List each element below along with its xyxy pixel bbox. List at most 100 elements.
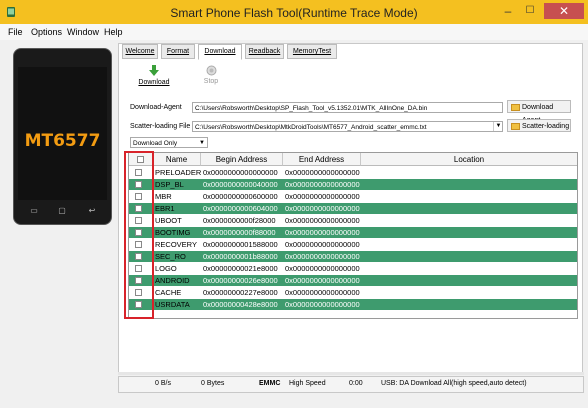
cell-end-address: 0x0000000000000000: [285, 204, 360, 213]
row-checkbox[interactable]: [135, 217, 142, 224]
cell-name: SEC_RO: [155, 252, 186, 261]
column-header-location[interactable]: Location: [361, 153, 577, 166]
cell-location: [363, 227, 573, 238]
tab-memorytest[interactable]: MemoryTest: [287, 44, 337, 59]
cell-end-address: 0x0000000000000000: [285, 216, 360, 225]
table-row[interactable]: BOOTIMG 0x0000000000f88000 0x0000000000000…: [129, 227, 577, 238]
table-row[interactable]: CACHE 0x00000000227e8000 0x000000000000000…: [129, 287, 577, 298]
menu-help[interactable]: Help: [104, 27, 123, 37]
scatter-file-label: Scatter-loading File: [130, 123, 191, 130]
row-checkbox[interactable]: [135, 205, 142, 212]
row-checkbox[interactable]: [135, 193, 142, 200]
tab-download[interactable]: Download: [198, 44, 242, 60]
minimize-button[interactable]: –: [500, 3, 516, 19]
tab-label: Format: [166, 48, 190, 55]
title-bar: Smart Phone Flash Tool(Runtime Trace Mod…: [0, 0, 588, 24]
cell-begin-address: 0x00000000021e8000: [203, 264, 278, 273]
table-row[interactable]: DSP_BL 0x0000000000040000 0x00000000000000…: [129, 179, 577, 190]
table-row[interactable]: ANDROID 0x00000000026e8000 0x0000000000000…: [129, 275, 577, 286]
row-checkbox[interactable]: [135, 265, 142, 272]
cell-name: EBR1: [155, 204, 175, 213]
row-checkbox[interactable]: [135, 253, 142, 260]
folder-icon: [511, 123, 520, 130]
row-checkbox[interactable]: [135, 277, 142, 284]
cell-begin-address: 0x0000000001b88000: [203, 252, 278, 261]
download-agent-button[interactable]: Download Agent: [507, 100, 571, 124]
cell-end-address: 0x0000000000000000: [285, 228, 360, 237]
download-label: Download: [138, 79, 170, 86]
select-all-header[interactable]: [129, 153, 153, 166]
cell-location: [363, 179, 573, 190]
chevron-down-icon: ▼: [199, 140, 205, 146]
status-speed: 0 B/s: [155, 380, 171, 387]
cell-location: [363, 299, 573, 310]
cell-end-address: 0x0000000000000000: [285, 276, 360, 285]
cell-name: LOGO: [155, 264, 177, 273]
row-checkbox[interactable]: [135, 229, 142, 236]
stop-button[interactable]: Stop: [196, 65, 226, 85]
cell-begin-address: 0x0000000000604000: [203, 204, 278, 213]
menu-bar: File Options Window Help: [0, 24, 588, 40]
menu-window[interactable]: Window: [67, 27, 99, 37]
tab-welcome[interactable]: Welcome: [122, 44, 158, 59]
table-row[interactable]: UBOOT 0x0000000000f28000 0x000000000000000…: [129, 215, 577, 226]
column-header-name[interactable]: Name: [153, 153, 201, 166]
chevron-down-icon[interactable]: ▼: [493, 122, 503, 131]
stop-label: Stop: [203, 78, 219, 85]
row-checkbox[interactable]: [135, 169, 142, 176]
row-checkbox[interactable]: [135, 301, 142, 308]
cell-name: USRDATA: [155, 300, 190, 309]
stop-icon: [206, 65, 216, 76]
cell-begin-address: 0x00000000227e8000: [203, 288, 278, 297]
table-row[interactable]: USRDATA 0x00000000428e8000 0x0000000000000…: [129, 299, 577, 310]
cell-name: MBR: [155, 192, 172, 201]
cell-location: [363, 251, 573, 262]
column-header-end[interactable]: End Address: [283, 153, 361, 166]
status-usb-speed: High Speed: [289, 380, 326, 387]
download-mode-value: Download Only: [133, 140, 178, 147]
cell-begin-address: 0x0000000000040000: [203, 180, 278, 189]
tab-format[interactable]: Format: [161, 44, 195, 59]
table-row[interactable]: LOGO 0x00000000021e8000 0x0000000000000000: [129, 263, 577, 274]
cell-begin-address: 0x0000000001588000: [203, 240, 278, 249]
cell-end-address: 0x0000000000000000: [285, 288, 360, 297]
cell-name: RECOVERY: [155, 240, 197, 249]
cell-name: UBOOT: [155, 216, 182, 225]
close-button[interactable]: ✕: [544, 3, 584, 19]
row-checkbox[interactable]: [135, 289, 142, 296]
cell-name: CACHE: [155, 288, 182, 297]
folder-icon: [511, 104, 520, 111]
status-storage: EMMC: [259, 380, 281, 387]
table-row[interactable]: PRELOADER 0x0000000000000000 0x00000000000…: [129, 167, 577, 178]
cell-end-address: 0x0000000000000000: [285, 252, 360, 261]
scatter-loading-button[interactable]: Scatter-loading: [507, 119, 571, 132]
scatter-file-path[interactable]: C:\Users\Robsworth\Desktop\MtkDroidTools…: [192, 121, 503, 132]
download-button[interactable]: Download: [134, 65, 174, 86]
row-checkbox[interactable]: [135, 241, 142, 248]
cell-location: [363, 167, 573, 178]
table-row[interactable]: SEC_RO 0x0000000001b88000 0x00000000000000…: [129, 251, 577, 262]
row-checkbox[interactable]: [135, 181, 142, 188]
download-mode-select[interactable]: Download Only ▼: [130, 137, 208, 148]
cell-begin-address: 0x0000000000600000: [203, 192, 278, 201]
cell-name: ANDROID: [155, 276, 190, 285]
menu-options[interactable]: Options: [31, 27, 62, 37]
tab-readback[interactable]: Readback: [245, 44, 284, 59]
cell-location: [363, 191, 573, 202]
table-row[interactable]: MBR 0x0000000000600000 0x0000000000000000: [129, 191, 577, 202]
cell-name: PRELOADER: [155, 168, 201, 177]
download-agent-path[interactable]: C:\Users\Robsworth\Desktop\SP_Flash_Tool…: [192, 102, 503, 113]
table-row[interactable]: EBR1 0x0000000000604000 0x0000000000000000: [129, 203, 577, 214]
status-bytes: 0 Bytes: [201, 380, 225, 387]
table-row[interactable]: RECOVERY 0x0000000001588000 0x000000000000…: [129, 239, 577, 250]
cell-location: [363, 215, 573, 226]
partition-table: Name Begin Address End Address Location …: [128, 152, 578, 319]
maximize-button[interactable]: ☐: [522, 3, 538, 19]
menu-file[interactable]: File: [8, 27, 23, 37]
download-arrow-icon: [149, 65, 159, 76]
cell-end-address: 0x0000000000000000: [285, 180, 360, 189]
cell-location: [363, 239, 573, 250]
select-all-checkbox[interactable]: [137, 156, 144, 163]
cell-end-address: 0x0000000000000000: [285, 264, 360, 273]
column-header-begin[interactable]: Begin Address: [201, 153, 283, 166]
